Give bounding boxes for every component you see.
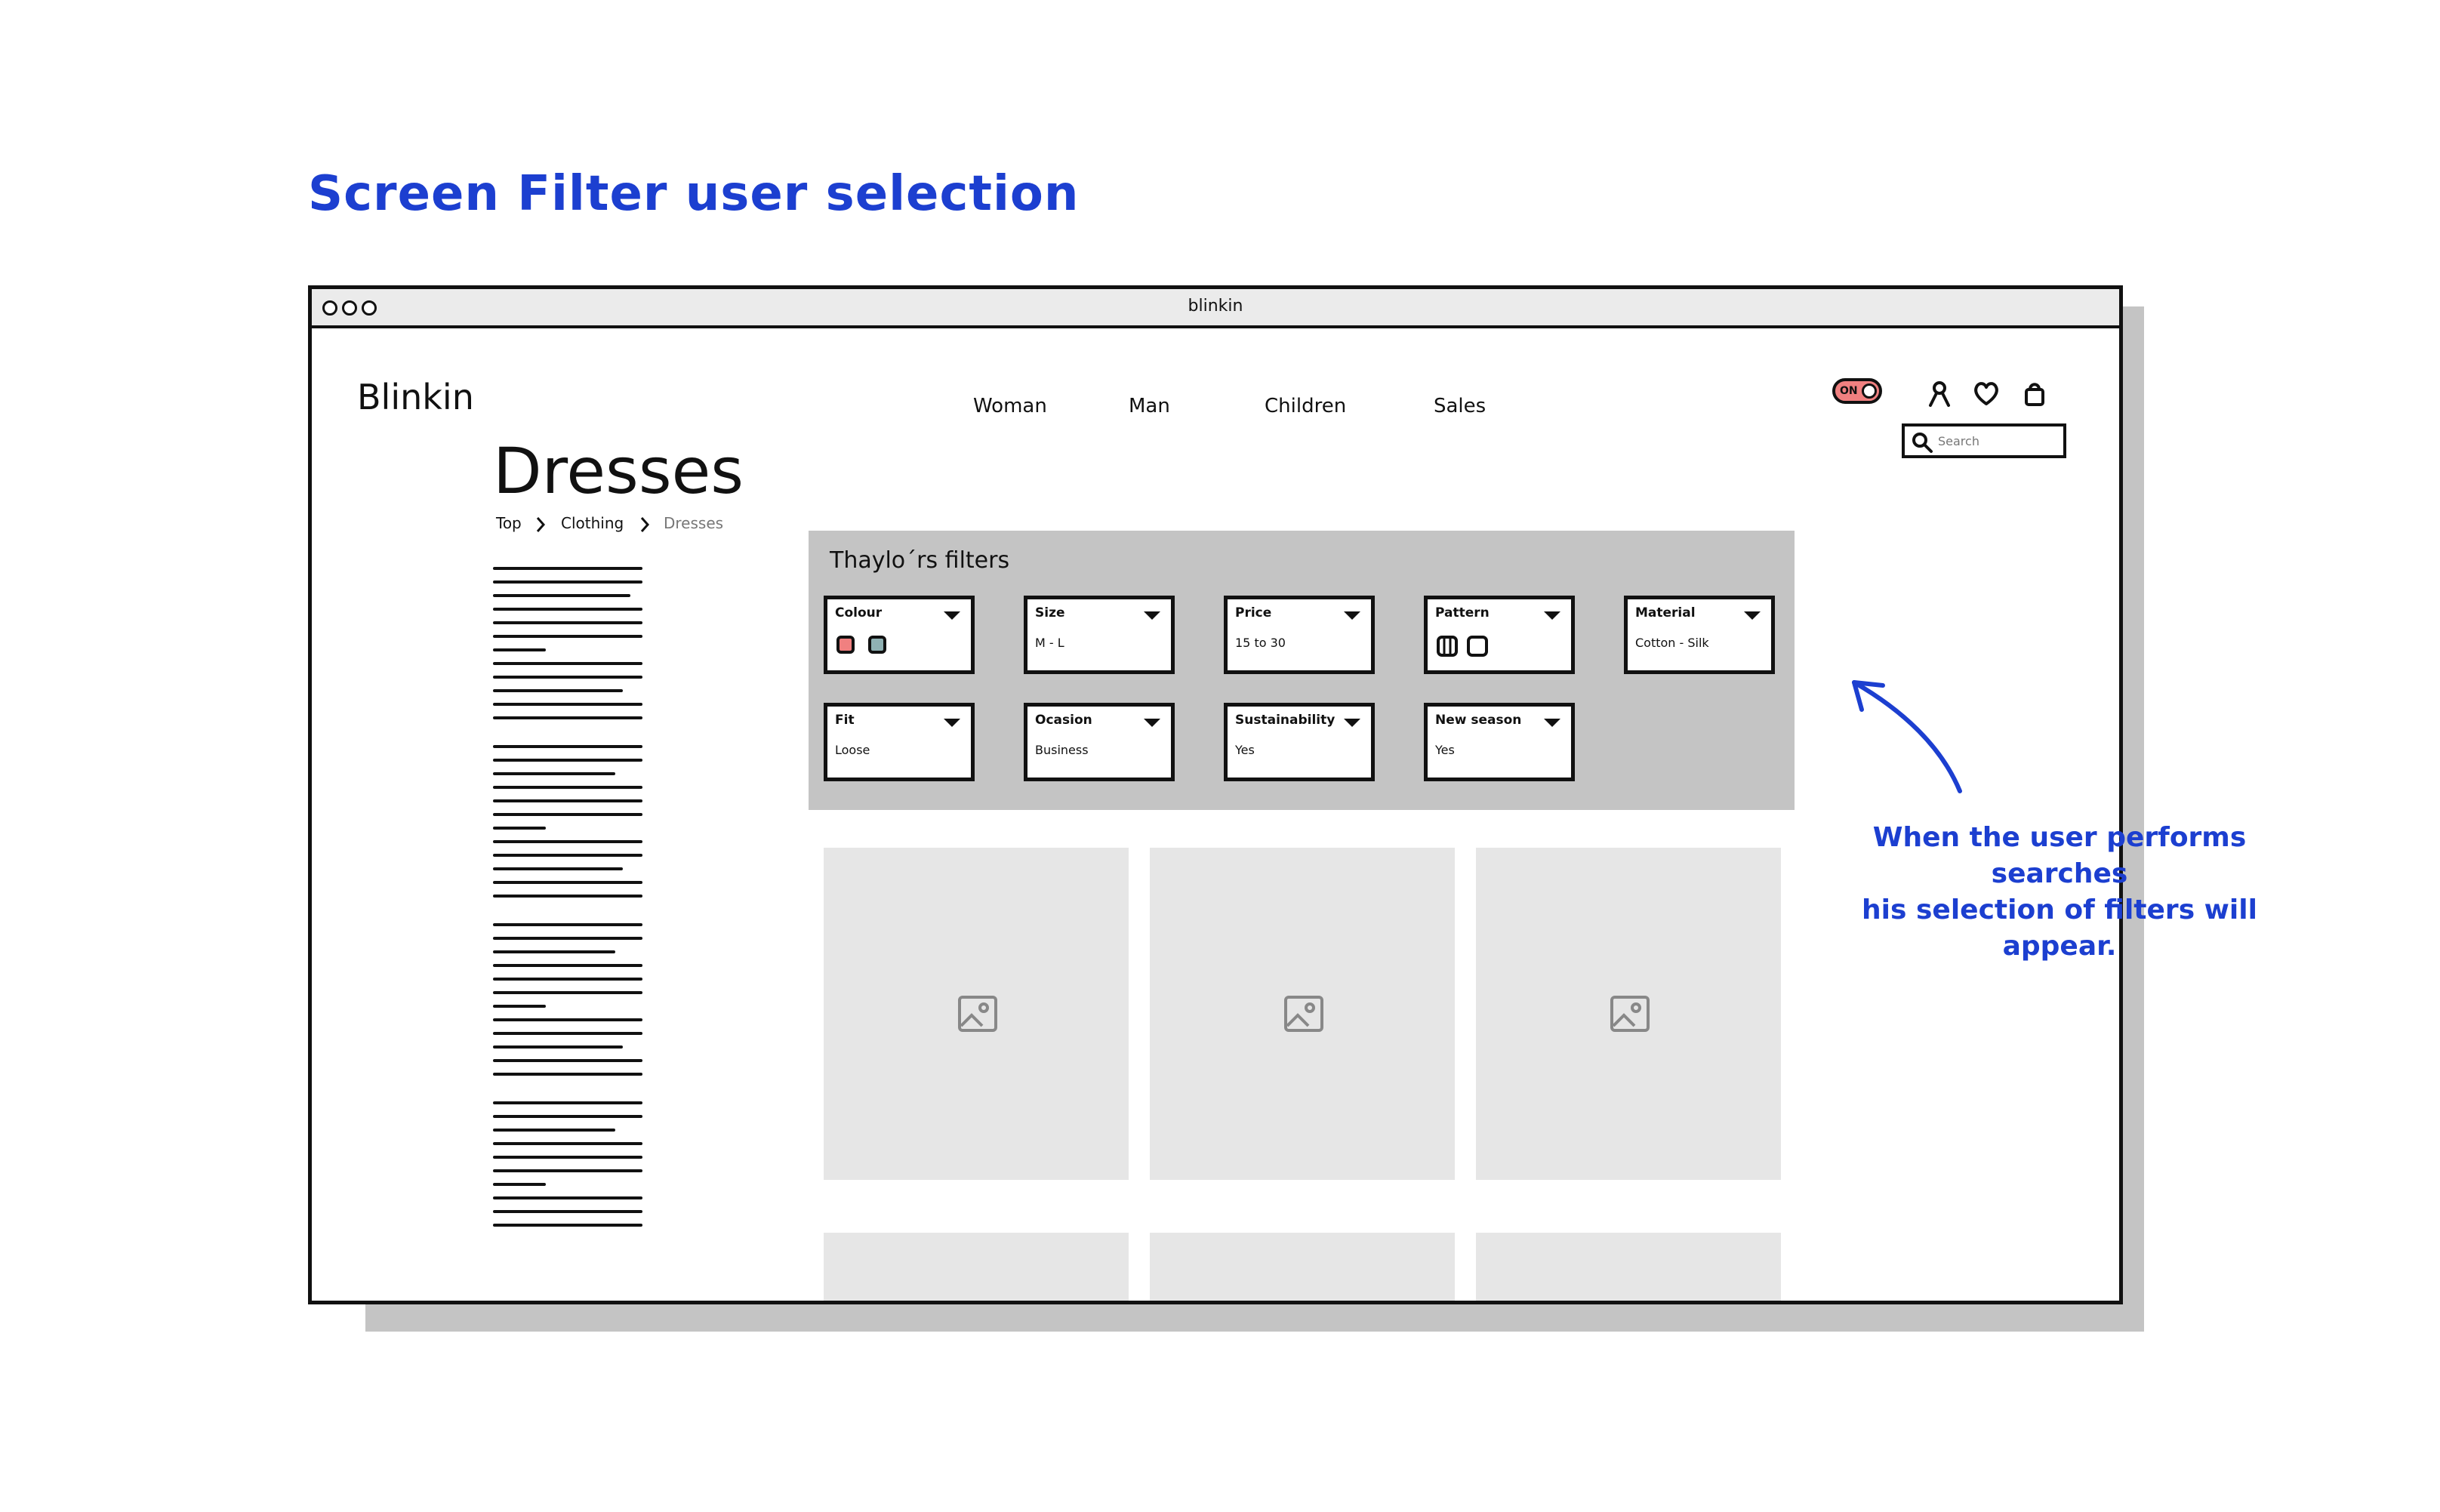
product-card[interactable] xyxy=(1150,1233,1455,1301)
bag-icon[interactable] xyxy=(2019,378,2050,408)
search-icon xyxy=(1912,433,1933,453)
filter-occasion[interactable]: Ocasion Business xyxy=(1024,703,1175,781)
colour-swatch-pink[interactable] xyxy=(836,636,855,654)
filter-label: Sustainability xyxy=(1235,713,1336,728)
chevron-right-icon xyxy=(640,517,650,532)
search-input[interactable]: Search xyxy=(1902,423,2066,458)
filter-value: 15 to 30 xyxy=(1235,636,1286,650)
filter-new-season[interactable]: New season Yes xyxy=(1424,703,1575,781)
filter-label: Price xyxy=(1235,605,1272,621)
filter-value: Yes xyxy=(1235,743,1255,757)
annotation-note: When the user performs searches his sele… xyxy=(1825,820,2294,965)
filters-title: Thaylo´rs filters xyxy=(830,547,1010,574)
page-title: Dresses xyxy=(493,434,744,508)
caret-down-icon xyxy=(1544,719,1560,727)
window-titlebar: blinkin xyxy=(312,289,2119,328)
caret-down-icon xyxy=(1144,719,1160,727)
filter-label: Colour xyxy=(835,605,883,621)
striped-pattern-icon[interactable] xyxy=(1437,636,1458,657)
filter-label: Pattern xyxy=(1435,605,1490,621)
filter-sustainability[interactable]: Sustainability Yes xyxy=(1224,703,1375,781)
filter-label: Ocasion xyxy=(1035,713,1092,728)
filter-value: M - L xyxy=(1035,636,1064,650)
caret-down-icon xyxy=(1744,611,1761,620)
filter-pattern[interactable]: Pattern xyxy=(1424,596,1575,674)
filter-price[interactable]: Price 15 to 30 xyxy=(1224,596,1375,674)
filter-label: Material xyxy=(1635,605,1696,621)
annotation-line: his selection of filters will appear. xyxy=(1862,895,2257,962)
nav-man[interactable]: Man xyxy=(1129,395,1170,417)
filter-colour[interactable]: Colour xyxy=(824,596,975,674)
filter-label: Fit xyxy=(835,713,855,728)
filter-value: Yes xyxy=(1435,743,1455,757)
filter-material[interactable]: Material Cotton - Silk xyxy=(1624,596,1775,674)
plain-pattern-icon[interactable] xyxy=(1467,636,1488,657)
filter-value: Business xyxy=(1035,743,1089,757)
product-card[interactable] xyxy=(1476,1233,1781,1301)
breadcrumb-dresses: Dresses xyxy=(664,514,724,532)
nav-woman[interactable]: Woman xyxy=(973,395,1047,417)
toggle-knob xyxy=(1862,383,1877,399)
filter-label: Size xyxy=(1035,605,1065,621)
nav-sales[interactable]: Sales xyxy=(1434,395,1486,417)
user-icon[interactable] xyxy=(1924,378,1955,408)
toggle-label: ON xyxy=(1840,385,1858,397)
user-filters-panel: Thaylo´rs filters Colour Size M - L Pric… xyxy=(809,531,1795,810)
window-title: blinkin xyxy=(1188,297,1243,316)
product-card[interactable] xyxy=(824,848,1129,1180)
product-card[interactable] xyxy=(1476,848,1781,1180)
filter-size[interactable]: Size M - L xyxy=(1024,596,1175,674)
chevron-right-icon xyxy=(536,517,546,532)
heart-icon[interactable] xyxy=(1971,378,2001,408)
on-toggle[interactable]: ON xyxy=(1832,378,1882,404)
filter-fit[interactable]: Fit Loose xyxy=(824,703,975,781)
caret-down-icon xyxy=(1144,611,1160,620)
product-card[interactable] xyxy=(1150,848,1455,1180)
caret-down-icon xyxy=(1544,611,1560,620)
caret-down-icon xyxy=(944,719,960,727)
caret-down-icon xyxy=(1344,719,1360,727)
filter-value: Cotton - Silk xyxy=(1635,636,1709,650)
filter-value: Loose xyxy=(835,743,870,757)
image-icon xyxy=(958,996,997,1032)
search-placeholder: Search xyxy=(1938,434,1979,448)
breadcrumb-top[interactable]: Top xyxy=(496,514,522,532)
sidebar-text-placeholder xyxy=(493,567,642,1227)
annotation-arrow xyxy=(1852,680,1962,793)
colour-swatch-teal[interactable] xyxy=(868,636,886,654)
annotation-line: When the user performs searches xyxy=(1872,822,2247,889)
nav-children[interactable]: Children xyxy=(1265,395,1346,417)
image-icon xyxy=(1284,996,1323,1032)
page-heading: Screen Filter user selection xyxy=(308,166,1080,222)
filter-label: New season xyxy=(1435,713,1522,728)
caret-down-icon xyxy=(1344,611,1360,620)
caret-down-icon xyxy=(944,611,960,620)
brand-logo[interactable]: Blinkin xyxy=(357,377,474,417)
breadcrumb-clothing[interactable]: Clothing xyxy=(561,514,624,532)
product-card[interactable] xyxy=(824,1233,1129,1301)
image-icon xyxy=(1610,996,1650,1032)
